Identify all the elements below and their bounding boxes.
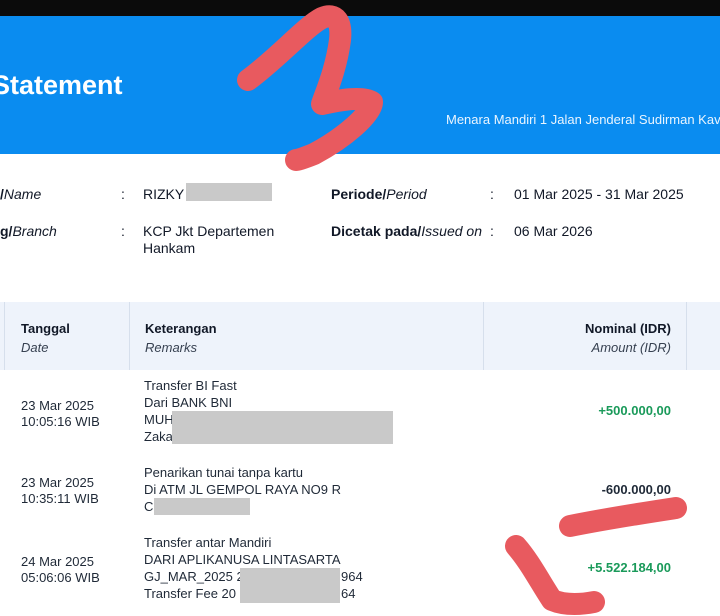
- col-divider-left: [4, 302, 5, 370]
- table-header: Tanggal Date Keterangan Remarks Nominal …: [0, 302, 720, 370]
- period-colon: :: [490, 186, 494, 202]
- branch-value-line2: Hankam: [143, 240, 196, 256]
- printed-colon: :: [490, 223, 494, 239]
- scribble-bottom: [505, 535, 605, 615]
- col-amount-header: Nominal (IDR) Amount (IDR): [585, 321, 671, 355]
- redacted-remark: [172, 411, 393, 444]
- row-date: 23 Mar 2025: [21, 475, 94, 490]
- row-remark-line: Penarikan tunai tanpa kartu: [144, 465, 303, 480]
- row-remark-line: GJ_MAR_2025 2: [144, 569, 244, 584]
- scribble-amount: [559, 497, 687, 537]
- row-remark-line: Dari BANK BNI: [144, 395, 233, 410]
- row-remark-line: Di ATM JL GEMPOL RAYA NO9 R: [144, 482, 341, 497]
- row-amount: +5.522.184,00: [587, 560, 672, 575]
- row-date: 23 Mar 2025: [21, 398, 94, 413]
- branch-colon: :: [121, 223, 125, 239]
- row-time: 10:35:11 WIB: [21, 491, 99, 506]
- period-value: 01 Mar 2025 - 31 Mar 2025: [514, 186, 684, 202]
- row-remark-line: Transfer BI Fast: [144, 378, 237, 393]
- redacted-name: [186, 183, 272, 201]
- row-remark-line: DARI APLIKANUSA LINTASARTA: [144, 552, 341, 567]
- row-amount: -600.000,00: [601, 482, 671, 497]
- page-title: Statement: [0, 70, 123, 100]
- row-date: 24 Mar 2025: [21, 554, 94, 569]
- row-remark-line: Transfer antar Mandiri: [144, 535, 272, 550]
- col-divider-amount: [686, 302, 687, 370]
- statement-header: Statement Menara Mandiri 1 Jalan Jendera…: [0, 16, 720, 154]
- row-amount: +500.000,00: [598, 403, 671, 418]
- row-remark-line: Zaka: [144, 429, 173, 444]
- row-remark-line: MUH: [144, 412, 174, 427]
- row-remark-tail: 964: [341, 569, 363, 584]
- redacted-remark: [240, 568, 340, 603]
- name-colon: :: [121, 186, 125, 202]
- col-divider-date: [129, 302, 130, 370]
- col-divider-remarks: [483, 302, 484, 370]
- row-remark-line: C: [144, 499, 154, 514]
- col-date-header: Tanggal Date: [21, 321, 70, 355]
- period-label: Periode/Period: [331, 186, 427, 202]
- redacted-remark: [154, 498, 250, 515]
- name-value: RIZKY I: [143, 186, 192, 202]
- top-bar: [0, 0, 720, 16]
- printed-value: 06 Mar 2026: [514, 223, 593, 239]
- branch-label: g/Branch: [0, 223, 57, 239]
- row-remark-line: Transfer Fee 20: [144, 586, 237, 601]
- row-time: 10:05:16 WIB: [21, 414, 100, 429]
- row-remark-tail: 64: [341, 586, 356, 601]
- printed-label: Dicetak pada/Issued on: [331, 223, 482, 239]
- col-remarks-header: Keterangan Remarks: [145, 321, 217, 355]
- name-label: /Name: [0, 186, 42, 202]
- bank-address: Menara Mandiri 1 Jalan Jenderal Sudirman…: [446, 112, 720, 127]
- branch-value-line1: KCP Jkt Departemen: [143, 223, 275, 239]
- row-time: 05:06:06 WIB: [21, 570, 100, 585]
